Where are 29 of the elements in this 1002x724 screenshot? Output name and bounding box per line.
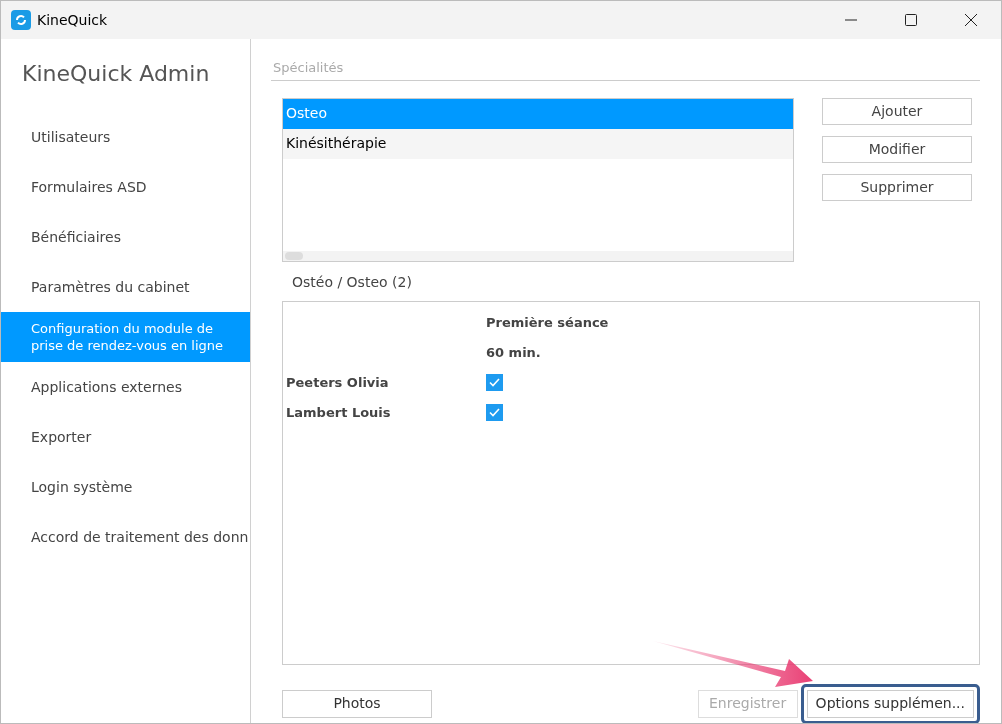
sidebar-item[interactable]: Accord de traitement des donn [1,512,250,562]
staff-name: Peeters Olivia [286,373,390,392]
check-icon [489,378,500,387]
footer-button[interactable]: Options supplémen... [806,689,974,718]
sidebar-item[interactable]: Bénéficiaires [1,212,250,262]
maximize-icon[interactable] [905,14,917,26]
checkbox[interactable] [486,404,503,421]
sidebar-item[interactable]: Login système [1,462,250,512]
sidebar-title: KineQuick Admin [21,60,211,88]
check-icon [489,408,500,417]
app-logo-icon [11,10,31,30]
window-title: KineQuick [37,10,108,30]
sidebar-item[interactable]: Exporter [1,412,250,462]
column-header: Première séance [486,313,609,332]
list-item[interactable]: Kinésithérapie [283,128,793,159]
checkbox[interactable] [486,374,503,391]
sidebar-item[interactable]: Utilisateurs [1,112,250,162]
action-button[interactable]: Supprimer [822,173,972,201]
close-icon[interactable] [965,14,977,26]
sidebar-item[interactable]: Applications externes [1,362,250,412]
section-heading: Spécialités [271,58,980,81]
group-caption: Ostéo / Osteo (2) [292,272,413,292]
action-button[interactable]: Modifier [822,135,972,163]
action-button[interactable]: Ajouter [822,97,972,125]
staff-name: Lambert Louis [286,403,392,422]
duration-label: 60 min. [486,343,541,362]
sidebar-item[interactable]: Formulaires ASD [1,162,250,212]
footer-button[interactable]: Photos [282,689,432,718]
sidebar-item[interactable]: Paramètres du cabinet [1,262,250,312]
